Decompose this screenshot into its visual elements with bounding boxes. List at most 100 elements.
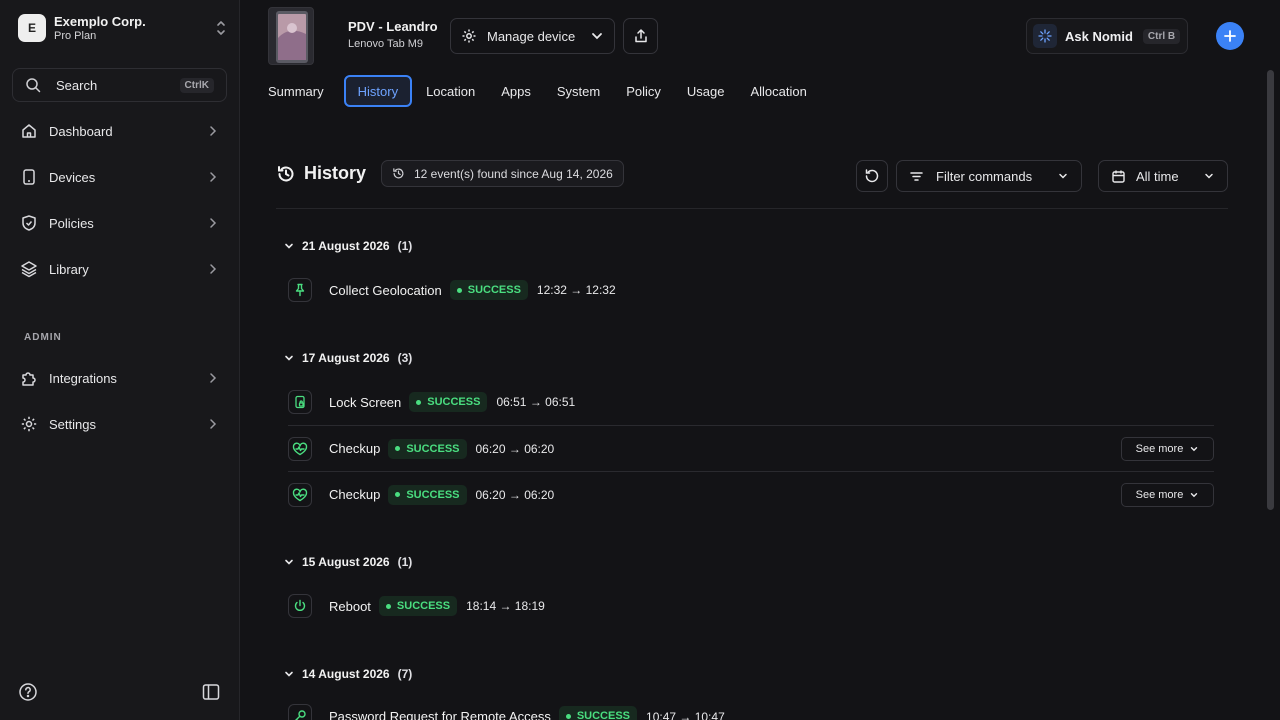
- date-group-toggle[interactable]: 14 August 2026 (7): [283, 664, 412, 684]
- event-row[interactable]: Checkup SUCCESS 06:20 → 06:20 See more: [288, 425, 1214, 471]
- tab-usage[interactable]: Usage: [681, 75, 731, 107]
- device-tabs: Summary History Location Apps System Pol…: [268, 75, 827, 107]
- nav-item-integrations[interactable]: Integrations: [12, 358, 228, 398]
- ask-nomid-button[interactable]: Ask Nomid Ctrl B: [1026, 18, 1188, 54]
- tab-policy[interactable]: Policy: [620, 75, 667, 107]
- chevron-down-icon: [1191, 446, 1198, 451]
- group-date: 21 August 2026: [302, 239, 390, 253]
- nav-label: Settings: [49, 416, 96, 432]
- status-dot: [416, 399, 422, 405]
- chevron-right-icon: [210, 373, 217, 383]
- chevron-right-icon: [210, 172, 217, 182]
- event-count-badge: 12 event(s) found since Aug 14, 2026: [381, 160, 624, 187]
- event-name: Password Request for Remote Access: [329, 709, 551, 720]
- date-group-toggle[interactable]: 21 August 2026 (1): [283, 236, 412, 256]
- chevron-down-icon: [285, 243, 293, 249]
- scrollbar-thumb[interactable]: [1267, 70, 1274, 510]
- shield-icon: [22, 215, 36, 231]
- history-icon: [393, 168, 404, 179]
- tab-location[interactable]: Location: [420, 75, 481, 107]
- org-name: Exemplo Corp.: [54, 13, 146, 29]
- home-icon: [22, 124, 36, 138]
- chevrons-up-down-icon: [217, 21, 225, 35]
- event-time: 06:51 → 06:51: [496, 395, 576, 409]
- event-name: Lock Screen: [329, 394, 402, 410]
- event-row[interactable]: Collect Geolocation SUCCESS 12:32 → 12:3…: [288, 267, 1214, 313]
- search-button[interactable]: Search CtrlK: [12, 68, 227, 102]
- date-group-toggle[interactable]: 17 August 2026 (3): [283, 348, 412, 368]
- see-more-button[interactable]: See more: [1121, 436, 1214, 461]
- chevron-right-icon: [210, 218, 217, 228]
- gear-icon: [462, 29, 476, 43]
- plus-icon: [1224, 30, 1236, 42]
- status-text: SUCCESS: [396, 600, 451, 612]
- event-time: 06:20 → 06:20: [475, 441, 555, 456]
- event-row[interactable]: Password Request for Remote Access SUCCE…: [288, 694, 1214, 720]
- tab-system[interactable]: System: [551, 75, 606, 107]
- status-dot: [395, 446, 401, 451]
- tab-apps[interactable]: Apps: [495, 75, 537, 107]
- power-icon: [288, 594, 312, 618]
- event-name: Collect Geolocation: [329, 282, 442, 298]
- heart-pulse-icon: [288, 482, 312, 507]
- nav-item-dashboard[interactable]: Dashboard: [12, 111, 228, 151]
- event-name: Reboot: [329, 598, 371, 614]
- chevron-right-icon: [210, 126, 217, 136]
- help-icon[interactable]: [18, 682, 38, 702]
- puzzle-icon: [22, 372, 36, 386]
- status-text: SUCCESS: [467, 284, 521, 296]
- gear-icon: [21, 416, 37, 432]
- tab-summary[interactable]: Summary: [268, 75, 330, 107]
- time-range-button[interactable]: All time: [1098, 160, 1228, 192]
- nav-label: Library: [49, 261, 89, 277]
- filter-icon: [910, 171, 923, 181]
- chevron-down-icon: [285, 671, 293, 677]
- status-badge: SUCCESS: [388, 438, 467, 459]
- tab-allocation[interactable]: Allocation: [744, 75, 812, 107]
- sidebar-toggle-icon[interactable]: [201, 682, 221, 702]
- status-badge: SUCCESS: [388, 484, 467, 505]
- event-row[interactable]: Lock Screen SUCCESS 06:51 → 06:51: [288, 379, 1214, 425]
- tablet-image-icon: [276, 11, 308, 63]
- time-range-label: All time: [1136, 168, 1179, 184]
- org-switcher[interactable]: E Exemplo Corp. Pro Plan: [18, 13, 228, 43]
- add-button[interactable]: [1216, 22, 1244, 50]
- share-button[interactable]: [623, 18, 658, 54]
- ask-shortcut: Ctrl B: [1142, 28, 1181, 44]
- org-plan: Pro Plan: [54, 29, 97, 42]
- status-badge: SUCCESS: [558, 706, 638, 720]
- sparkle-icon: [1033, 24, 1057, 48]
- chevron-down-icon: [285, 559, 293, 565]
- group-count: (7): [397, 667, 413, 681]
- org-avatar: E: [18, 14, 46, 42]
- event-row[interactable]: Checkup SUCCESS 06:20 → 06:20 See more: [288, 471, 1214, 517]
- status-text: SUCCESS: [427, 396, 481, 408]
- event-time: 06:20 → 06:20: [475, 487, 555, 502]
- group-date: 14 August 2026: [302, 667, 390, 681]
- event-count-text: 12 event(s) found since Aug 14, 2026: [414, 166, 613, 181]
- see-more-button[interactable]: See more: [1121, 482, 1214, 507]
- refresh-button[interactable]: [856, 160, 888, 192]
- key-icon: [288, 704, 312, 720]
- event-row[interactable]: Reboot SUCCESS 18:14 → 18:19: [288, 583, 1214, 629]
- tab-history[interactable]: History: [343, 75, 413, 107]
- chevron-right-icon: [210, 419, 217, 429]
- nav-item-library[interactable]: Library: [12, 249, 228, 289]
- status-dot: [565, 713, 571, 719]
- chevron-down-icon: [1191, 492, 1198, 497]
- nav-item-settings[interactable]: Settings: [12, 404, 228, 444]
- nav-label: Devices: [49, 169, 96, 185]
- nav-label: Integrations: [49, 370, 117, 386]
- nav-item-policies[interactable]: Policies: [12, 203, 228, 243]
- heart-pulse-icon: [288, 436, 312, 461]
- share-icon: [634, 29, 647, 43]
- nav-item-devices[interactable]: Devices: [12, 157, 228, 197]
- manage-device-button[interactable]: Manage device: [450, 18, 615, 54]
- date-group-toggle[interactable]: 15 August 2026 (1): [283, 552, 412, 572]
- history-icon: [278, 166, 294, 182]
- status-text: SUCCESS: [576, 710, 631, 720]
- refresh-icon: [865, 169, 879, 183]
- chevron-down-icon: [1205, 173, 1213, 179]
- history-title: History: [304, 163, 367, 183]
- filter-commands-button[interactable]: Filter commands: [896, 160, 1082, 192]
